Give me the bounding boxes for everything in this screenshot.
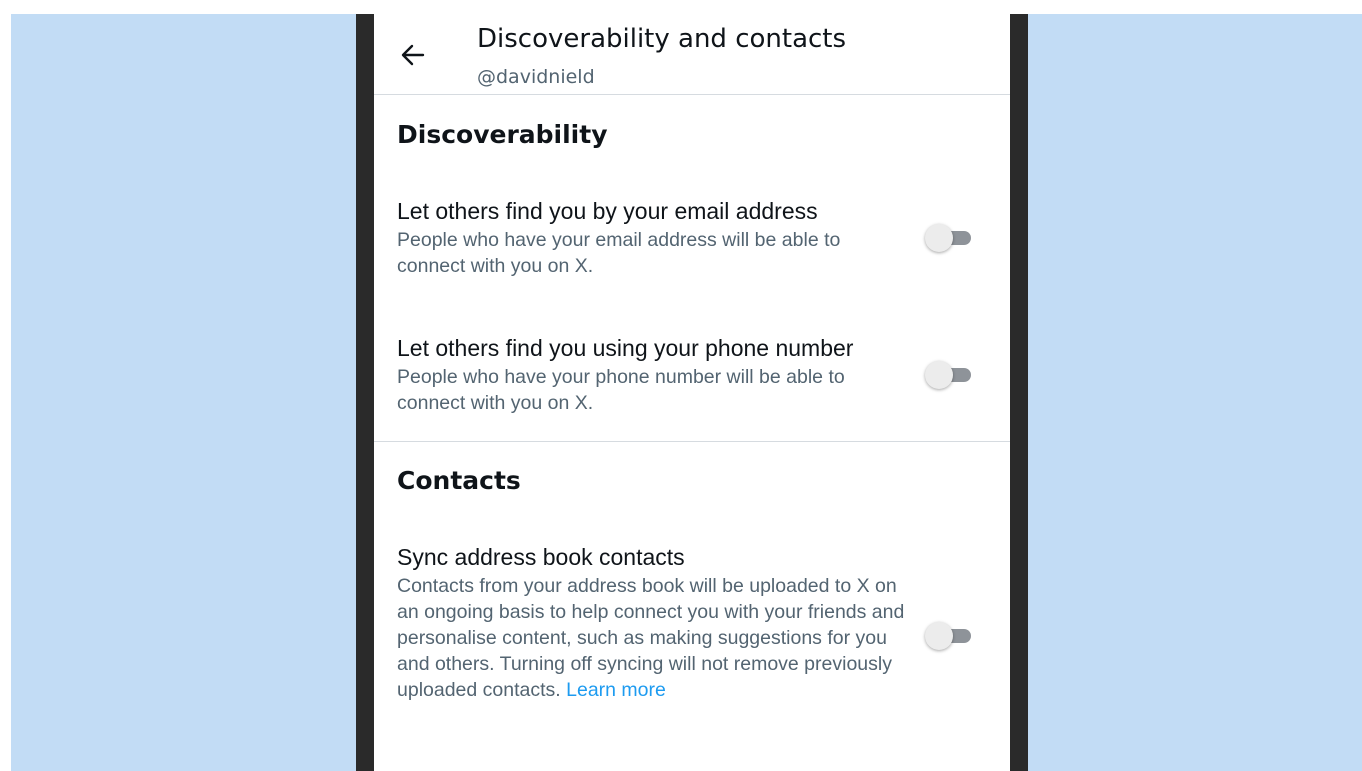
section-title-contacts: Contacts — [397, 466, 521, 495]
toggle-knob — [925, 224, 953, 252]
setting-email-discoverability[interactable]: Let others find you by your email addres… — [397, 197, 997, 279]
top-bar: Discoverability and contacts @davidnield — [374, 14, 1010, 94]
toggle-knob — [925, 622, 953, 650]
learn-more-link[interactable]: Learn more — [566, 679, 666, 701]
sync-contacts-toggle[interactable] — [925, 619, 973, 653]
setting-description: People who have your phone number will b… — [397, 366, 845, 414]
setting-phone-discoverability[interactable]: Let others find you using your phone num… — [397, 334, 997, 416]
page-title: Discoverability and contacts — [477, 24, 847, 54]
section-title-discoverability: Discoverability — [397, 120, 608, 149]
toggle-knob — [925, 361, 953, 389]
setting-label: Let others find you using your phone num… — [397, 335, 854, 361]
setting-label: Sync address book contacts — [397, 544, 685, 570]
setting-description: People who have your email address will … — [397, 229, 841, 277]
phone-discoverability-toggle[interactable] — [925, 358, 973, 392]
back-button[interactable] — [396, 38, 430, 72]
section-divider — [374, 441, 1010, 442]
settings-screen: Discoverability and contacts @davidnield… — [374, 14, 1010, 771]
setting-description: Contacts from your address book will be … — [397, 573, 907, 703]
setting-label: Let others find you by your email addres… — [397, 198, 818, 224]
email-discoverability-toggle[interactable] — [925, 221, 973, 255]
header-divider — [374, 94, 1010, 95]
arrow-left-icon — [401, 44, 425, 66]
setting-sync-contacts[interactable]: Sync address book contacts Contacts from… — [397, 543, 997, 703]
account-handle: @davidnield — [477, 66, 595, 88]
